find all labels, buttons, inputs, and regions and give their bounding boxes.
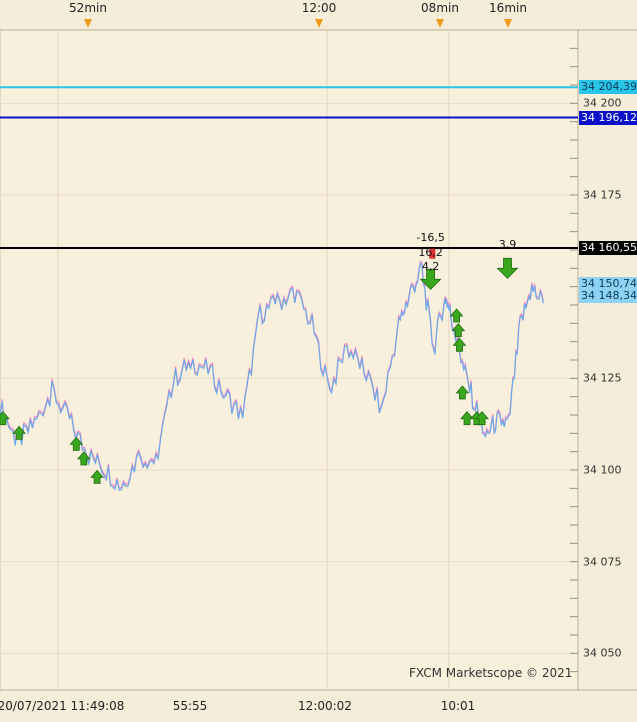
top-time-label: 52min — [69, 1, 107, 15]
top-time-label: 16min — [489, 1, 527, 15]
level-price-box: 34 160,55 — [579, 240, 637, 255]
y-tick-label: 34 050 — [583, 646, 622, 660]
trade-annotation: 3,9 — [498, 238, 517, 252]
top-time-label: 12:00 — [301, 1, 337, 15]
time-marker-icon — [315, 19, 323, 28]
y-tick-label: 34 125 — [583, 371, 622, 385]
level-price-box: 34 204,39 — [579, 80, 637, 95]
y-tick-label: 34 100 — [583, 463, 622, 477]
time-marker-icon — [436, 19, 444, 28]
trade-annotation: 16,2 — [418, 245, 443, 259]
current-price-box: 34 148,34 — [579, 288, 637, 303]
bottom-time-label: 55:55 — [172, 699, 208, 713]
watermark: FXCM Marketscope © 2021 — [409, 666, 573, 680]
price-chart[interactable] — [0, 0, 637, 718]
chart-root: 52min 12:00 08min 16min 20/07/2021 11:49:08 5… — [0, 0, 637, 718]
y-tick-label: 34 075 — [583, 555, 622, 569]
y-tick-label: 34 175 — [583, 188, 622, 202]
trade-annotation: 4,2 — [421, 260, 440, 274]
bottom-time-label: 20/07/2021 11:49:08 — [0, 699, 125, 713]
level-price-box: 34 196,12 — [579, 110, 637, 125]
time-marker-icon — [84, 19, 92, 28]
plot-area — [0, 29, 579, 691]
bottom-time-label: 10:01 — [440, 699, 476, 713]
top-time-label: 08min — [421, 1, 459, 15]
bottom-time-label: 12:00:02 — [298, 699, 352, 713]
trade-annotation: -16,5 — [416, 231, 445, 244]
y-tick-label: 34 200 — [583, 96, 622, 110]
time-marker-icon — [504, 19, 512, 28]
